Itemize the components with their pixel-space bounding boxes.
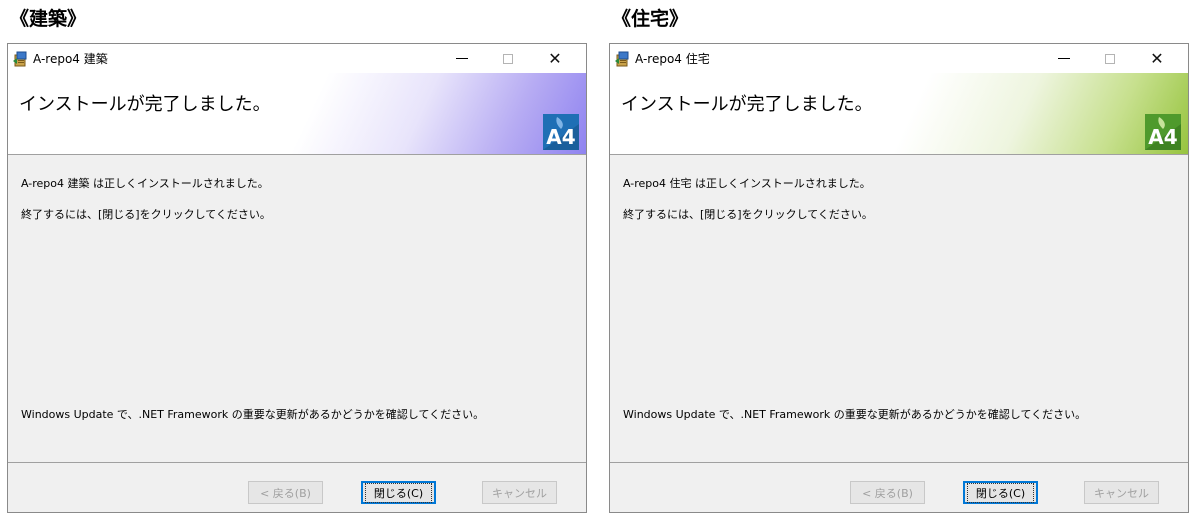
installed-message: A-repo4 住宅 は正しくインストールされました。 (623, 177, 871, 190)
title-bar[interactable]: A-repo4 住宅 ✕ (610, 44, 1188, 73)
close-button[interactable]: 閉じる(C) (361, 481, 436, 504)
section-title: 《住宅》 (612, 8, 689, 30)
svg-text:A4: A4 (1148, 125, 1177, 149)
windows-update-notice: Windows Update で、.NET Framework の重要な更新があ… (623, 408, 1087, 421)
windows-update-notice: Windows Update で、.NET Framework の重要な更新があ… (21, 408, 485, 421)
close-button-label: 閉じる(C) (966, 482, 1035, 503)
window-title: A-repo4 住宅 (635, 52, 710, 66)
maximize-button (485, 44, 531, 73)
minimize-button[interactable] (439, 44, 485, 73)
cancel-button[interactable]: キャンセル (482, 481, 557, 504)
cancel-button[interactable]: キャンセル (1084, 481, 1159, 504)
close-button[interactable]: 閉じる(C) (963, 481, 1038, 504)
close-window-button[interactable]: ✕ (1134, 44, 1180, 73)
maximize-icon (1105, 53, 1115, 64)
close-icon: ✕ (548, 48, 562, 68)
installer-window: A-repo4 建築 ✕ インストールが完了しました。 A4 A-repo4 建… (7, 43, 587, 513)
a4-logo: A4 (543, 114, 579, 150)
completion-heading: インストールが完了しました。 (19, 94, 271, 115)
close-window-button[interactable]: ✕ (532, 44, 578, 73)
window-title: A-repo4 建築 (33, 52, 108, 66)
close-instruction: 終了するには、[閉じる]をクリックしてください。 (623, 208, 873, 221)
back-button[interactable]: < 戻る(B) (248, 481, 323, 504)
close-icon: ✕ (1150, 48, 1164, 68)
installer-window: A-repo4 住宅 ✕ インストールが完了しました。 A4 A-repo4 住… (609, 43, 1189, 513)
section-title: 《建築》 (10, 8, 87, 30)
minimize-button[interactable] (1041, 44, 1087, 73)
installed-message: A-repo4 建築 は正しくインストールされました。 (21, 177, 269, 190)
close-button-label: 閉じる(C) (364, 482, 433, 503)
maximize-button (1087, 44, 1133, 73)
close-instruction: 終了するには、[閉じる]をクリックしてください。 (21, 208, 271, 221)
title-bar[interactable]: A-repo4 建築 ✕ (8, 44, 586, 73)
divider (8, 154, 586, 155)
minimize-icon (1058, 58, 1070, 59)
back-button[interactable]: < 戻る(B) (850, 481, 925, 504)
divider (8, 462, 586, 463)
installer-icon (615, 51, 629, 67)
divider (610, 462, 1188, 463)
completion-heading: インストールが完了しました。 (621, 94, 873, 115)
a4-logo: A4 (1145, 114, 1181, 150)
installer-icon (13, 51, 27, 67)
maximize-icon (503, 53, 513, 64)
minimize-icon (456, 58, 468, 59)
header-banner: インストールが完了しました。 A4 (610, 73, 1188, 154)
svg-text:A4: A4 (546, 125, 575, 149)
header-banner: インストールが完了しました。 A4 (8, 73, 586, 154)
divider (610, 154, 1188, 155)
